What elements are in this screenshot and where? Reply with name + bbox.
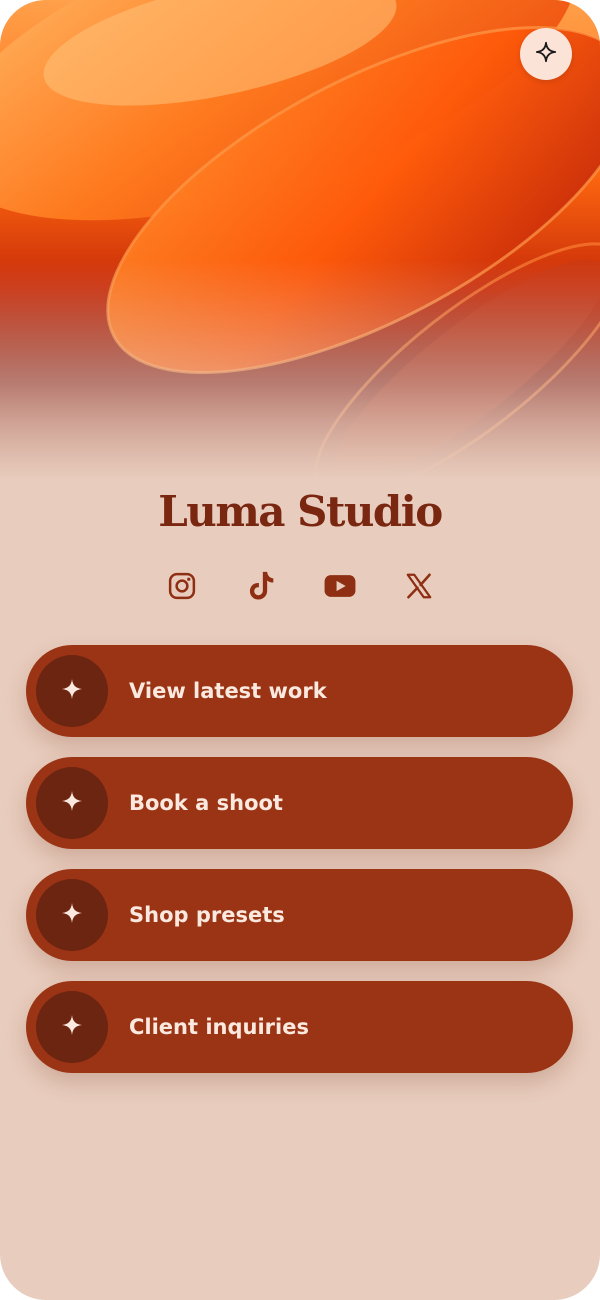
link-view-latest-work[interactable]: View latest work [26, 645, 573, 737]
link-book-a-shoot[interactable]: Book a shoot [26, 757, 573, 849]
link-client-inquiries[interactable]: Client inquiries [26, 981, 573, 1073]
sparkle-icon [535, 41, 557, 67]
sparkle-icon [61, 678, 83, 704]
sparkle-icon [61, 1014, 83, 1040]
instagram-icon [167, 571, 197, 605]
link-in-bio-page: Luma Studio View latest work Book a shoo… [0, 0, 600, 1300]
social-links [0, 566, 600, 610]
link-label: View latest work [129, 679, 327, 703]
link-icon-wrap [36, 991, 108, 1063]
sparkle-menu-button[interactable] [520, 28, 572, 80]
link-shop-presets[interactable]: Shop presets [26, 869, 573, 961]
tiktok-icon [246, 570, 276, 606]
x-link[interactable] [403, 566, 435, 610]
tiktok-link[interactable] [245, 566, 277, 610]
link-label: Client inquiries [129, 1015, 309, 1039]
youtube-link[interactable] [324, 566, 356, 610]
sparkle-icon [61, 790, 83, 816]
youtube-icon [324, 573, 356, 603]
x-icon [404, 571, 434, 605]
hero-image [0, 0, 600, 480]
link-label: Book a shoot [129, 791, 283, 815]
link-label: Shop presets [129, 903, 285, 927]
sparkle-icon [61, 902, 83, 928]
link-icon-wrap [36, 767, 108, 839]
link-icon-wrap [36, 879, 108, 951]
page-title: Luma Studio [158, 487, 443, 536]
link-list: View latest work Book a shoot Shop prese… [26, 645, 573, 1093]
instagram-link[interactable] [166, 566, 198, 610]
link-icon-wrap [36, 655, 108, 727]
